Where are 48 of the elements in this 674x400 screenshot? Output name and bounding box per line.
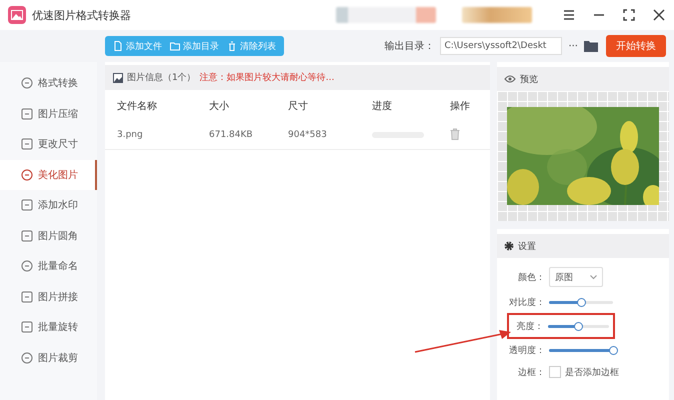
- sidebar-item[interactable]: 图片裁剪: [0, 342, 97, 373]
- sidebar-item[interactable]: 添加水印: [0, 190, 97, 220]
- field-label: 亮度：: [516, 320, 544, 332]
- sidebar-item[interactable]: 批量旋转: [0, 312, 97, 342]
- file-icon: [113, 41, 123, 51]
- sidebar-item[interactable]: 图片拼接: [0, 282, 97, 312]
- column-header: 文件名称: [117, 100, 158, 112]
- field-label: 边框：: [517, 366, 545, 378]
- preview-title: 预览: [520, 74, 538, 86]
- column-header: 大小: [209, 100, 230, 112]
- image-icon: [113, 72, 123, 82]
- settings-title: 设置: [518, 240, 536, 252]
- column-header: 尺寸: [288, 100, 309, 112]
- panel-title: 图片信息（1个）: [127, 72, 196, 84]
- notice-text: 注意：如果图片较大请耐心等待...: [200, 72, 334, 84]
- folder-icon: [170, 41, 180, 51]
- close-icon[interactable]: [652, 8, 666, 22]
- eye-icon: [504, 74, 516, 84]
- window-title: 优速图片格式转换器: [32, 8, 131, 22]
- checkbox-label: 是否添加边框: [565, 366, 619, 378]
- color-dropdown[interactable]: 原图: [549, 267, 603, 287]
- settings-icon: [504, 241, 514, 251]
- folder-icon[interactable]: [584, 40, 598, 52]
- checkbox[interactable]: [549, 366, 561, 378]
- start-button[interactable]: 开始转换: [606, 35, 666, 57]
- sidebar-item[interactable]: 更改尺寸: [0, 129, 97, 160]
- table-cell-text: 904*583: [288, 130, 328, 140]
- sidebar-item[interactable]: 图片圆角: [0, 220, 97, 251]
- sidebar-item[interactable]: 格式转换: [0, 68, 97, 98]
- menu-icon[interactable]: [562, 8, 576, 22]
- column-header: 进度: [372, 100, 393, 112]
- output-path-field[interactable]: C:\Users\yssoft2\Deskt: [440, 37, 562, 55]
- sidebar-item[interactable]: 图片压缩: [0, 98, 97, 129]
- field-label: 透明度：: [508, 344, 545, 356]
- field-label: 颜色：: [517, 272, 545, 284]
- sidebar-item[interactable]: 美化图片: [0, 160, 97, 190]
- column-header: 操作: [450, 100, 471, 112]
- sidebar-item[interactable]: 批量命名: [0, 251, 97, 282]
- output-label: 输出目录：: [384, 40, 434, 53]
- more-button[interactable]: ···: [568, 40, 578, 52]
- app-logo: [8, 6, 26, 24]
- table-cell-text: 671.84KB: [209, 130, 254, 140]
- trash-icon: [227, 41, 237, 51]
- blurred-area: [462, 7, 532, 23]
- field-label: 对比度：: [508, 296, 545, 308]
- maximize-icon[interactable]: [622, 8, 636, 22]
- table-cell-text: 3.png: [117, 130, 144, 140]
- chevron-icon: [590, 274, 597, 280]
